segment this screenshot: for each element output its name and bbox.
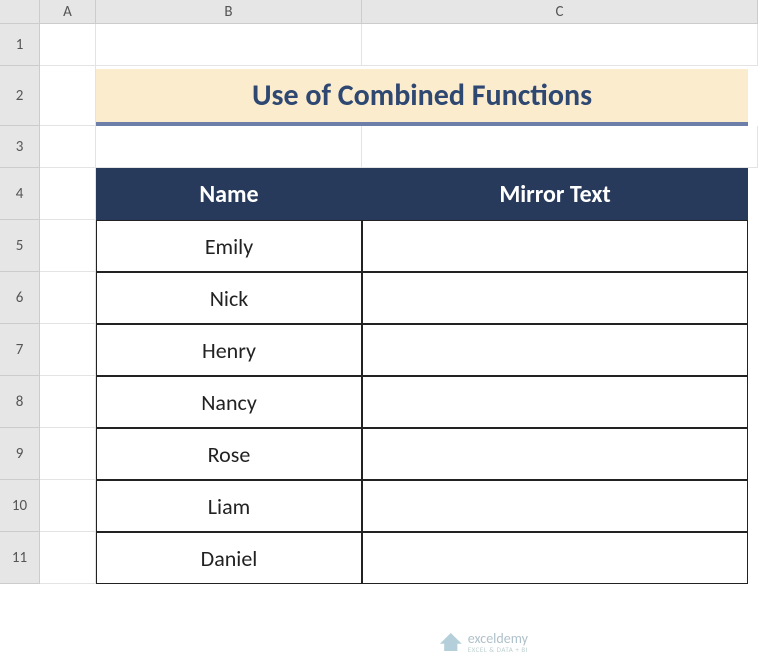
- header-mirror[interactable]: Mirror Text: [362, 168, 748, 220]
- cell-name[interactable]: Nancy: [96, 376, 362, 428]
- cell-A9[interactable]: [40, 428, 96, 480]
- row-header-5[interactable]: 5: [0, 220, 40, 272]
- cell-name[interactable]: Nick: [96, 272, 362, 324]
- cell-A4[interactable]: [40, 168, 96, 220]
- cell-B1[interactable]: [96, 24, 362, 66]
- title-text: Use of Combined Functions: [252, 77, 592, 114]
- header-name[interactable]: Name: [96, 168, 362, 220]
- cell-A7[interactable]: [40, 324, 96, 376]
- cell-mirror[interactable]: [362, 272, 748, 324]
- cell-name[interactable]: Henry: [96, 324, 362, 376]
- title-cell[interactable]: Use of Combined Functions: [96, 69, 748, 126]
- row-header-9[interactable]: 9: [0, 428, 40, 480]
- cell-mirror[interactable]: [362, 428, 748, 480]
- row-header-4[interactable]: 4: [0, 168, 40, 220]
- cell-C3[interactable]: [362, 126, 758, 168]
- cell-A5[interactable]: [40, 220, 96, 272]
- cell-A3[interactable]: [40, 126, 96, 168]
- cell-A1[interactable]: [40, 24, 96, 66]
- row-header-10[interactable]: 10: [0, 480, 40, 532]
- cell-mirror[interactable]: [362, 324, 748, 376]
- cell-name[interactable]: Liam: [96, 480, 362, 532]
- cell-mirror[interactable]: [362, 220, 748, 272]
- row-header-3[interactable]: 3: [0, 126, 40, 168]
- cell-A11[interactable]: [40, 532, 96, 584]
- row-header-11[interactable]: 11: [0, 532, 40, 584]
- cell-A10[interactable]: [40, 480, 96, 532]
- row-header-7[interactable]: 7: [0, 324, 40, 376]
- watermark: exceldemy EXCEL & DATA + BI: [440, 630, 528, 654]
- cell-mirror[interactable]: [362, 376, 748, 428]
- cell-name[interactable]: Daniel: [96, 532, 362, 584]
- cell-A6[interactable]: [40, 272, 96, 324]
- select-all-corner[interactable]: [0, 0, 40, 24]
- cell-mirror[interactable]: [362, 480, 748, 532]
- cell-C1[interactable]: [362, 24, 758, 66]
- cell-mirror[interactable]: [362, 532, 748, 584]
- col-header-B[interactable]: B: [96, 0, 362, 24]
- row-header-2[interactable]: 2: [0, 66, 40, 126]
- cell-A8[interactable]: [40, 376, 96, 428]
- cell-B3[interactable]: [96, 126, 362, 168]
- row-header-8[interactable]: 8: [0, 376, 40, 428]
- watermark-tag: EXCEL & DATA + BI: [468, 645, 528, 654]
- col-header-A[interactable]: A: [40, 0, 96, 24]
- cell-name[interactable]: Rose: [96, 428, 362, 480]
- row-header-1[interactable]: 1: [0, 24, 40, 66]
- spreadsheet-grid[interactable]: A B C 1 2 3 4 5 6 7 8 9 10 11 Use of Com…: [0, 0, 768, 584]
- house-icon: [440, 633, 462, 651]
- row-header-6[interactable]: 6: [0, 272, 40, 324]
- cell-A2[interactable]: [40, 66, 96, 126]
- cell-name[interactable]: Emily: [96, 220, 362, 272]
- col-header-C[interactable]: C: [362, 0, 758, 24]
